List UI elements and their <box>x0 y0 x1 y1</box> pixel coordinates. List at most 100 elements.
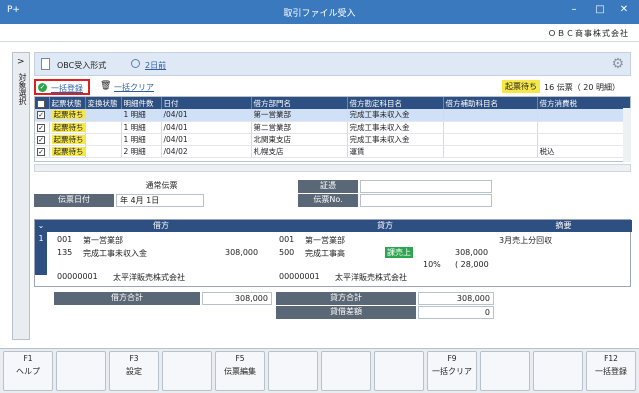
date-label: 伝票日付 <box>34 194 114 207</box>
maximize-icon[interactable]: □ <box>592 4 608 15</box>
table-row[interactable]: ✓ 起票待ち 1 明細 /04/01 北関東支店 完成工事未収入金 <box>35 133 630 146</box>
tax-badge: 課売上 <box>385 247 413 258</box>
company-name: ＯＢＣ商事株式会社 <box>548 29 629 38</box>
debit-partner-name: 太平洋販売株式会社 <box>113 273 185 282</box>
debit-partner-code[interactable]: 00000001 <box>57 272 98 281</box>
memo-header: 摘要 <box>495 220 632 232</box>
collapse-icon[interactable]: ⌄ <box>35 220 47 232</box>
minimize-icon[interactable]: – <box>566 4 582 15</box>
f10-button[interactable] <box>480 351 530 391</box>
column-header[interactable]: 借方部門名 <box>251 97 348 109</box>
close-icon[interactable]: ✕ <box>616 4 632 15</box>
table-cell: 完成工事未収入金 <box>347 121 444 134</box>
column-header[interactable]: 借方消費税 <box>537 97 630 109</box>
tax-rate: 10% <box>423 260 441 269</box>
f7-button[interactable] <box>321 351 371 391</box>
bulk-register-label: 一括登録 <box>51 84 83 93</box>
table-row[interactable]: ✓ 起票待ち 1 明細 /04/01 第二営業部 完成工事未収入金 <box>35 121 630 134</box>
table-row[interactable]: ✓ 起票待ち 1 明細 /04/01 第一営業部 完成工事未収入金 <box>35 109 630 122</box>
tax-amount: ( 28,000 <box>455 260 489 269</box>
totals: 借方合計 308,000 貸方合計 308,000 貸借差額 0 <box>34 290 631 320</box>
row-checkbox[interactable]: ✓ <box>35 121 50 134</box>
debit-dept-name: 第一営業部 <box>83 236 123 245</box>
bulk-register-button[interactable]: ✓ 一括登録 <box>34 79 90 95</box>
table-cell: 2 明細 <box>121 145 162 158</box>
import-grid: 起票状態 変換状態 明細件数 日付 借方部門名 借方勘定科目名 借方補助科目名 … <box>34 96 631 162</box>
table-cell <box>537 133 630 146</box>
side-tab-label: 対象選択 <box>18 73 27 105</box>
cert-field[interactable] <box>360 180 492 193</box>
table-cell <box>85 133 122 146</box>
table-cell: 第二営業部 <box>251 121 348 134</box>
status-badge: 起票待ち <box>51 110 84 120</box>
row-checkbox[interactable]: ✓ <box>35 145 50 158</box>
gear-icon[interactable]: ⚙ <box>611 56 624 72</box>
count-label: 16 伝票（ 20 明細） <box>544 83 620 92</box>
function-key-bar: F1 ヘルプ F3 設定 F5 伝票編集 F9 一括クリア F12 一括登録 <box>0 348 639 393</box>
f1-button[interactable]: F1 ヘルプ <box>3 351 53 391</box>
table-cell: /04/01 <box>161 133 252 146</box>
column-header[interactable]: 日付 <box>161 97 252 109</box>
credit-dept-code[interactable]: 001 <box>279 235 294 244</box>
credit-amount[interactable]: 308,000 <box>455 248 488 257</box>
f11-button[interactable] <box>533 351 583 391</box>
f8-button[interactable] <box>374 351 424 391</box>
horizontal-scrollbar[interactable] <box>34 164 631 172</box>
table-cell: 1 明細 <box>121 121 162 134</box>
f3-button[interactable]: F3 設定 <box>109 351 159 391</box>
debit-total-value: 308,000 <box>202 292 272 305</box>
credit-account-code[interactable]: 500 <box>279 248 294 257</box>
column-header[interactable]: 借方勘定科目名 <box>347 97 444 109</box>
title-bar: P+ 取引ファイル受入 – □ ✕ <box>0 0 639 24</box>
credit-header: 貸方 <box>275 220 495 232</box>
row-checkbox[interactable]: ✓ <box>35 133 50 146</box>
table-cell <box>85 109 122 122</box>
table-cell: 第一営業部 <box>251 109 348 122</box>
table-cell: 運賃 <box>347 145 444 158</box>
select-all-checkbox[interactable] <box>35 97 50 109</box>
f6-button[interactable] <box>268 351 318 391</box>
f9-button[interactable]: F9 一括クリア <box>427 351 477 391</box>
debit-dept-code[interactable]: 001 <box>57 235 72 244</box>
days-ago-link[interactable]: 2日前 <box>145 60 166 71</box>
column-header[interactable]: 変換状態 <box>85 97 122 109</box>
table-cell: 完成工事未収入金 <box>347 133 444 146</box>
debit-account-code[interactable]: 135 <box>57 248 72 257</box>
table-cell <box>537 121 630 134</box>
status-badge: 起票待ち <box>51 146 84 156</box>
table-cell <box>443 145 538 158</box>
status-badge: 起票待ち <box>51 122 84 132</box>
table-cell <box>85 121 122 134</box>
vertical-scrollbar[interactable] <box>623 108 631 162</box>
f12-button[interactable]: F12 一括登録 <box>586 351 636 391</box>
side-tab[interactable]: > 対象選択 <box>12 52 30 340</box>
debit-amount[interactable]: 308,000 <box>225 248 258 257</box>
document-icon <box>41 58 50 70</box>
voucher-no-field[interactable] <box>360 194 492 207</box>
f5-button[interactable]: F5 伝票編集 <box>215 351 265 391</box>
expand-icon[interactable]: > <box>17 57 25 67</box>
bulk-clear-link[interactable]: 一括クリア <box>114 82 154 93</box>
credit-account-name: 完成工事高 <box>305 249 345 258</box>
credit-partner-code[interactable]: 00000001 <box>279 272 320 281</box>
company-bar: ＯＢＣ商事株式会社 <box>0 24 639 42</box>
debit-account-name: 完成工事未収入金 <box>83 249 147 258</box>
trash-icon[interactable]: 🗑 <box>100 81 111 91</box>
credit-total-label: 貸方合計 <box>276 292 416 305</box>
f2-button[interactable] <box>56 351 106 391</box>
column-header[interactable]: 明細件数 <box>121 97 162 109</box>
table-cell: /04/02 <box>161 145 252 158</box>
table-cell: 札幌支店 <box>251 145 348 158</box>
format-label: OBC受入形式 <box>57 61 107 70</box>
table-row[interactable]: ✓ 起票待ち 2 明細 /04/02 札幌支店 運賃 税込 <box>35 145 630 158</box>
column-header[interactable]: 借方補助科目名 <box>443 97 538 109</box>
credit-dept-name: 第一営業部 <box>305 236 345 245</box>
column-header[interactable]: 起票状態 <box>49 97 86 109</box>
date-field[interactable]: 年 4月 1日 <box>116 194 204 207</box>
diff-label: 貸借差額 <box>276 306 416 319</box>
memo-text[interactable]: 3月売上分回収 <box>499 235 552 246</box>
row-checkbox[interactable]: ✓ <box>35 109 50 122</box>
f4-button[interactable] <box>162 351 212 391</box>
journal-entry: ⌄ 借方 貸方 摘要 1 001 第一営業部 135 完成工事未収入金 308,… <box>34 219 632 287</box>
debit-total-label: 借方合計 <box>54 292 200 305</box>
